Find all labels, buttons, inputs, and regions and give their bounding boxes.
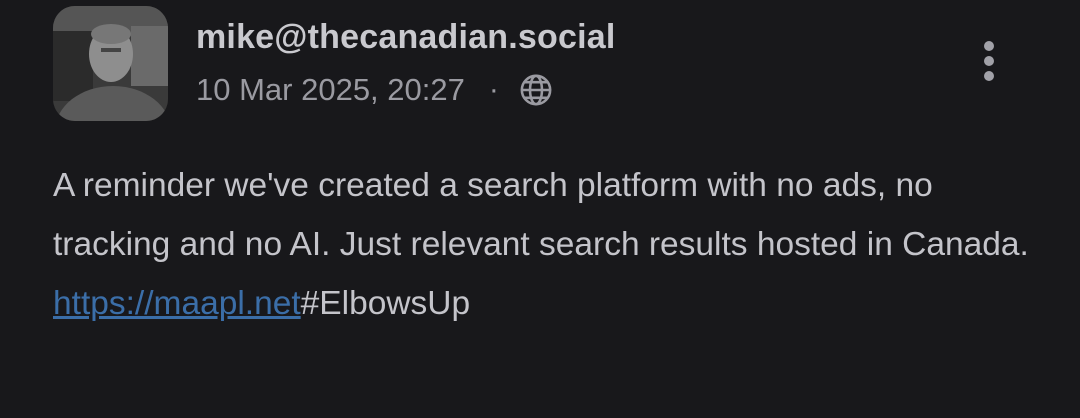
post-meta: 10 Mar 2025, 20:27 · (196, 70, 553, 110)
author-handle[interactable]: mike@thecanadian.social (196, 18, 615, 57)
post-card: mike@thecanadian.social 10 Mar 2025, 20:… (0, 0, 1080, 418)
post-content: A reminder we've created a search platfo… (53, 156, 1043, 333)
post-timestamp[interactable]: 10 Mar 2025, 20:27 (196, 72, 465, 108)
globe-icon (519, 73, 553, 107)
post-text: A reminder we've created a search platfo… (53, 167, 1029, 263)
more-options-button[interactable] (968, 36, 1010, 86)
post-hashtag[interactable]: #ElbowsUp (301, 285, 470, 322)
more-vertical-icon (984, 41, 994, 81)
avatar-image (53, 6, 168, 121)
post-link[interactable]: https://maapl.net (53, 285, 301, 322)
meta-separator: · (488, 73, 499, 106)
avatar[interactable] (53, 6, 168, 121)
